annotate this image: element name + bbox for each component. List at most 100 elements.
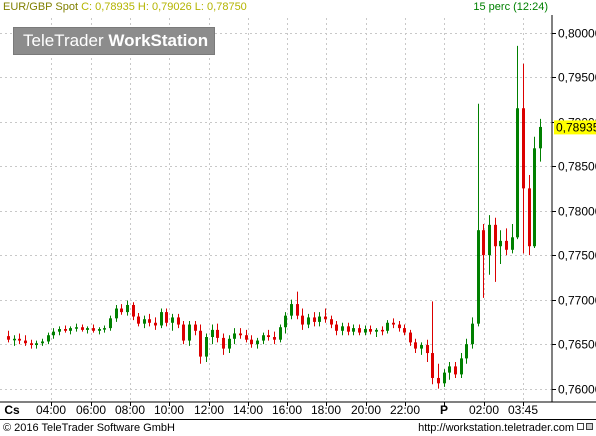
candle-body bbox=[160, 312, 163, 326]
logo-text-part2: WorkStation bbox=[108, 31, 209, 50]
candle-body bbox=[137, 316, 140, 324]
candle-body bbox=[494, 224, 497, 247]
candle-body bbox=[341, 326, 344, 331]
candle-body bbox=[431, 353, 434, 378]
candle-body bbox=[211, 329, 214, 338]
y-tick-label: 0,78000 bbox=[558, 205, 596, 219]
candle-body bbox=[35, 343, 38, 346]
candle-body bbox=[103, 328, 106, 330]
candle-body bbox=[465, 344, 468, 359]
price-chart[interactable]: 0,800000,795000,790000,785000,780000,775… bbox=[0, 0, 596, 436]
candle-body bbox=[528, 188, 531, 247]
website-link[interactable]: http://workstation.teletrader.com bbox=[418, 422, 574, 434]
candle-body bbox=[115, 308, 118, 319]
candle-body bbox=[358, 328, 361, 333]
candle-body bbox=[443, 372, 446, 384]
candle-body bbox=[318, 316, 321, 322]
candle-body bbox=[132, 304, 135, 317]
candle-body bbox=[245, 335, 248, 340]
y-axis: 0,800000,795000,790000,785000,780000,775… bbox=[552, 27, 596, 397]
x-tick-label: 22:00 bbox=[390, 403, 420, 417]
y-tick-label: 0,78500 bbox=[558, 160, 596, 174]
candle-body bbox=[69, 328, 72, 331]
candle-body bbox=[120, 308, 123, 313]
candle-body bbox=[539, 126, 542, 149]
candle-body bbox=[75, 327, 78, 329]
candle-body bbox=[347, 326, 350, 332]
candle-body bbox=[262, 335, 265, 341]
candle-body bbox=[250, 339, 253, 345]
candle-body bbox=[194, 324, 197, 331]
y-tick-label: 0,76500 bbox=[558, 338, 596, 352]
candle-body bbox=[182, 324, 185, 341]
candle-body bbox=[477, 230, 480, 324]
ohlc-values: C: 0,78935 H: 0,79026 L: 0,78750 bbox=[81, 1, 247, 13]
candle-body bbox=[420, 345, 423, 349]
candle-body bbox=[154, 322, 157, 326]
x-tick-label: 06:00 bbox=[76, 403, 106, 417]
candle-body bbox=[533, 148, 536, 247]
candle-body bbox=[41, 341, 44, 344]
candle-body bbox=[403, 328, 406, 333]
candle-body bbox=[426, 345, 429, 354]
chart-footer: © 2016 TeleTrader Software GmbH http://w… bbox=[0, 419, 596, 436]
candle-body bbox=[437, 377, 440, 384]
candle-body bbox=[522, 108, 525, 189]
candle-body bbox=[511, 237, 514, 250]
x-tick-label: 14:00 bbox=[233, 403, 263, 417]
candle-body bbox=[126, 304, 129, 313]
candle-body bbox=[7, 336, 10, 340]
candle-body bbox=[216, 329, 219, 338]
candle-body bbox=[398, 324, 401, 329]
candle-body bbox=[488, 224, 491, 256]
x-tick-label: 20:00 bbox=[351, 403, 381, 417]
candle-body bbox=[222, 337, 225, 349]
settings-icon[interactable] bbox=[586, 423, 593, 430]
candle-body bbox=[386, 322, 389, 331]
x-tick-label: 10:00 bbox=[154, 403, 184, 417]
candle-body bbox=[279, 327, 282, 340]
copyright-text: © 2016 TeleTrader Software GmbH bbox=[3, 422, 175, 434]
candle-body bbox=[482, 230, 485, 256]
candle-body bbox=[205, 337, 208, 357]
candle-body bbox=[460, 358, 463, 375]
candle-body bbox=[392, 322, 395, 325]
window-icon[interactable] bbox=[577, 423, 584, 430]
y-tick-label: 0,77000 bbox=[558, 294, 596, 308]
candle-body bbox=[516, 108, 519, 238]
y-tick-label: 0,77500 bbox=[558, 249, 596, 263]
x-tick-label: 04:00 bbox=[36, 403, 66, 417]
chart-window: 0,800000,795000,790000,785000,780000,775… bbox=[0, 0, 596, 436]
symbol-info: EUR/GBP Spot C: 0,78935 H: 0,79026 L: 0,… bbox=[3, 1, 247, 13]
candle-body bbox=[330, 319, 333, 325]
candle-body bbox=[454, 366, 457, 375]
candle-body bbox=[199, 330, 202, 357]
y-tick-label: 0,79500 bbox=[558, 71, 596, 85]
candle-body bbox=[86, 328, 89, 330]
symbol-name: EUR/GBP Spot bbox=[3, 1, 78, 13]
x-tick-label: 02:00 bbox=[469, 403, 499, 417]
candle-body bbox=[364, 329, 367, 333]
candle-body bbox=[239, 333, 242, 336]
x-tick-label: 16:00 bbox=[272, 403, 302, 417]
candle-body bbox=[30, 343, 33, 346]
x-tick-label: Cs bbox=[4, 403, 20, 417]
candle-body bbox=[290, 304, 293, 316]
chart-background bbox=[0, 0, 596, 436]
candle-body bbox=[296, 304, 299, 316]
candle-body bbox=[273, 337, 276, 340]
candle-body bbox=[98, 329, 101, 331]
x-tick-label: 08:00 bbox=[115, 403, 145, 417]
y-tick-label: 0,76000 bbox=[558, 383, 596, 397]
x-tick-label: 12:00 bbox=[194, 403, 224, 417]
candle-body bbox=[58, 329, 61, 332]
candle-body bbox=[92, 328, 95, 331]
candle-body bbox=[228, 338, 231, 349]
candle-body bbox=[335, 324, 338, 331]
candle-body bbox=[109, 318, 112, 329]
candle-body bbox=[47, 335, 50, 342]
candle-body bbox=[505, 240, 508, 250]
period-label: 15 perc (12:24) bbox=[473, 1, 548, 13]
candle-body bbox=[13, 338, 16, 341]
candle-body bbox=[313, 317, 316, 322]
